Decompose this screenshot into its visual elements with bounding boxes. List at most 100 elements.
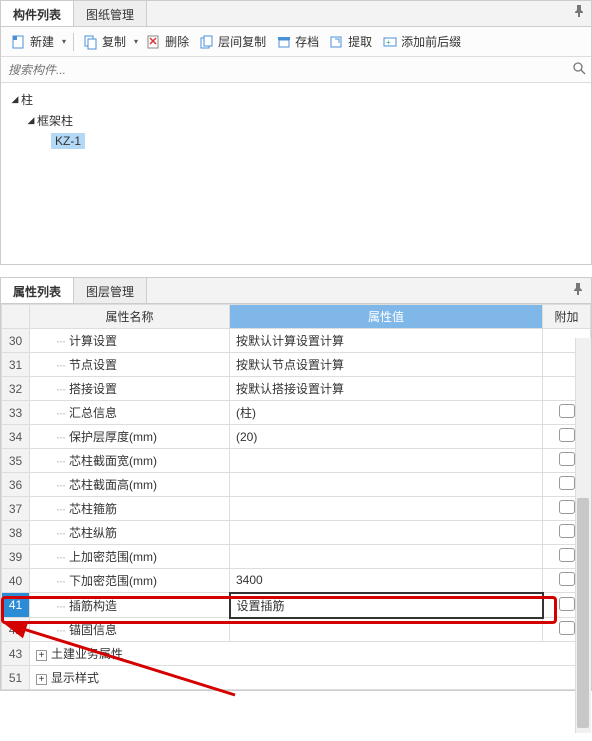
- property-value-cell[interactable]: 按默认搭接设置计算: [230, 377, 543, 401]
- tree-node-kz1[interactable]: KZ-1: [9, 131, 583, 151]
- table-group-row[interactable]: 51+显示样式: [2, 666, 591, 690]
- table-row[interactable]: 35···芯柱截面宽(mm): [2, 449, 591, 473]
- checkbox[interactable]: [559, 572, 575, 586]
- checkbox[interactable]: [559, 476, 575, 490]
- table-group-row[interactable]: 43+土建业务属性: [2, 642, 591, 666]
- row-num: 40: [2, 569, 30, 593]
- archive-button[interactable]: 存档: [272, 31, 323, 52]
- property-value-cell[interactable]: 按默认计算设置计算: [230, 329, 543, 353]
- property-value-cell[interactable]: (柱): [230, 401, 543, 425]
- property-value-cell[interactable]: [230, 545, 543, 569]
- property-name-cell[interactable]: ···芯柱截面高(mm): [30, 473, 230, 497]
- row-num: 36: [2, 473, 30, 497]
- header-value[interactable]: 属性值: [230, 305, 543, 329]
- new-icon: [11, 34, 27, 50]
- delete-icon: [146, 34, 162, 50]
- tab-layer-manage[interactable]: 图层管理: [74, 278, 147, 303]
- table-row[interactable]: 31···节点设置按默认节点设置计算: [2, 353, 591, 377]
- group-label-cell[interactable]: +土建业务属性: [30, 642, 591, 666]
- prefix-suffix-button[interactable]: + 添加前后缀: [378, 31, 465, 52]
- property-name-cell[interactable]: ···汇总信息: [30, 401, 230, 425]
- collapse-icon[interactable]: ◢: [9, 94, 21, 105]
- row-num: 32: [2, 377, 30, 401]
- extract-button[interactable]: 提取: [325, 31, 376, 52]
- group-label-cell[interactable]: +显示样式: [30, 666, 591, 690]
- row-num: 34: [2, 425, 30, 449]
- property-value-cell[interactable]: [230, 497, 543, 521]
- pin-icon[interactable]: [572, 4, 588, 20]
- table-row[interactable]: 41···插筋构造设置插筋: [2, 593, 591, 618]
- search-input[interactable]: [5, 60, 571, 80]
- property-name-cell[interactable]: ···计算设置: [30, 329, 230, 353]
- property-name-cell[interactable]: ···芯柱截面宽(mm): [30, 449, 230, 473]
- property-value-cell[interactable]: [230, 618, 543, 642]
- property-value-cell[interactable]: (20): [230, 425, 543, 449]
- property-value-cell[interactable]: [230, 473, 543, 497]
- table-row[interactable]: 33···汇总信息(柱): [2, 401, 591, 425]
- table-row[interactable]: 36···芯柱截面高(mm): [2, 473, 591, 497]
- checkbox[interactable]: [559, 428, 575, 442]
- checkbox[interactable]: [559, 597, 575, 611]
- tab-component-list[interactable]: 构件列表: [1, 1, 74, 26]
- search-icon[interactable]: [571, 61, 587, 78]
- property-value-cell[interactable]: [230, 449, 543, 473]
- prefix-suffix-icon: +: [382, 34, 398, 50]
- table-row[interactable]: 39···上加密范围(mm): [2, 545, 591, 569]
- table-row[interactable]: 30···计算设置按默认计算设置计算: [2, 329, 591, 353]
- extract-icon: [329, 34, 345, 50]
- new-button[interactable]: 新建: [7, 31, 58, 52]
- checkbox[interactable]: [559, 621, 575, 635]
- scrollbar[interactable]: [575, 338, 591, 733]
- delete-button[interactable]: 删除: [142, 31, 193, 52]
- header-name[interactable]: 属性名称: [30, 305, 230, 329]
- tree-label-child: 框架柱: [37, 112, 73, 129]
- row-num: 41: [2, 593, 30, 618]
- tab-property-list[interactable]: 属性列表: [1, 278, 74, 303]
- checkbox[interactable]: [559, 452, 575, 466]
- row-num: 30: [2, 329, 30, 353]
- tree-node-column[interactable]: ◢ 柱: [9, 89, 583, 110]
- property-name-cell[interactable]: ···节点设置: [30, 353, 230, 377]
- expand-icon[interactable]: +: [36, 650, 47, 661]
- checkbox[interactable]: [559, 404, 575, 418]
- new-dropdown[interactable]: ▾: [60, 37, 68, 46]
- property-name-cell[interactable]: ···保护层厚度(mm): [30, 425, 230, 449]
- property-value-cell[interactable]: 设置插筋: [230, 593, 543, 618]
- property-grid: 属性名称 属性值 附加 30···计算设置按默认计算设置计算31···节点设置按…: [1, 304, 591, 690]
- scrollbar-thumb[interactable]: [577, 498, 589, 728]
- table-row[interactable]: 32···搭接设置按默认搭接设置计算: [2, 377, 591, 401]
- table-row[interactable]: 40···下加密范围(mm)3400: [2, 569, 591, 593]
- expand-icon[interactable]: +: [36, 674, 47, 685]
- archive-icon: [276, 34, 292, 50]
- archive-label: 存档: [295, 33, 319, 50]
- component-tabs: 构件列表 图纸管理: [1, 1, 591, 27]
- property-name-cell[interactable]: ···上加密范围(mm): [30, 545, 230, 569]
- header-extra[interactable]: 附加: [543, 305, 591, 329]
- copy-dropdown[interactable]: ▾: [132, 37, 140, 46]
- table-row[interactable]: 42···锚固信息: [2, 618, 591, 642]
- property-value-cell[interactable]: 3400: [230, 569, 543, 593]
- tab-drawing-manage[interactable]: 图纸管理: [74, 1, 147, 26]
- tree-node-frame-column[interactable]: ◢ 框架柱: [9, 110, 583, 131]
- table-row[interactable]: 37···芯柱箍筋: [2, 497, 591, 521]
- property-value-cell[interactable]: 按默认节点设置计算: [230, 353, 543, 377]
- property-name-cell[interactable]: ···搭接设置: [30, 377, 230, 401]
- collapse-icon[interactable]: ◢: [25, 115, 37, 126]
- layer-copy-button[interactable]: 层间复制: [195, 31, 270, 52]
- property-name-cell[interactable]: ···芯柱纵筋: [30, 521, 230, 545]
- copy-button[interactable]: 复制: [79, 31, 130, 52]
- property-name-cell[interactable]: ···锚固信息: [30, 618, 230, 642]
- pin-icon[interactable]: [571, 282, 587, 298]
- checkbox[interactable]: [559, 500, 575, 514]
- row-num: 42: [2, 618, 30, 642]
- property-value-cell[interactable]: [230, 521, 543, 545]
- checkbox[interactable]: [559, 548, 575, 562]
- copy-icon: [83, 34, 99, 50]
- table-row[interactable]: 34···保护层厚度(mm)(20): [2, 425, 591, 449]
- property-name-cell[interactable]: ···插筋构造: [30, 593, 230, 618]
- table-row[interactable]: 38···芯柱纵筋: [2, 521, 591, 545]
- checkbox[interactable]: [559, 524, 575, 538]
- property-name-cell[interactable]: ···芯柱箍筋: [30, 497, 230, 521]
- row-num: 35: [2, 449, 30, 473]
- property-name-cell[interactable]: ···下加密范围(mm): [30, 569, 230, 593]
